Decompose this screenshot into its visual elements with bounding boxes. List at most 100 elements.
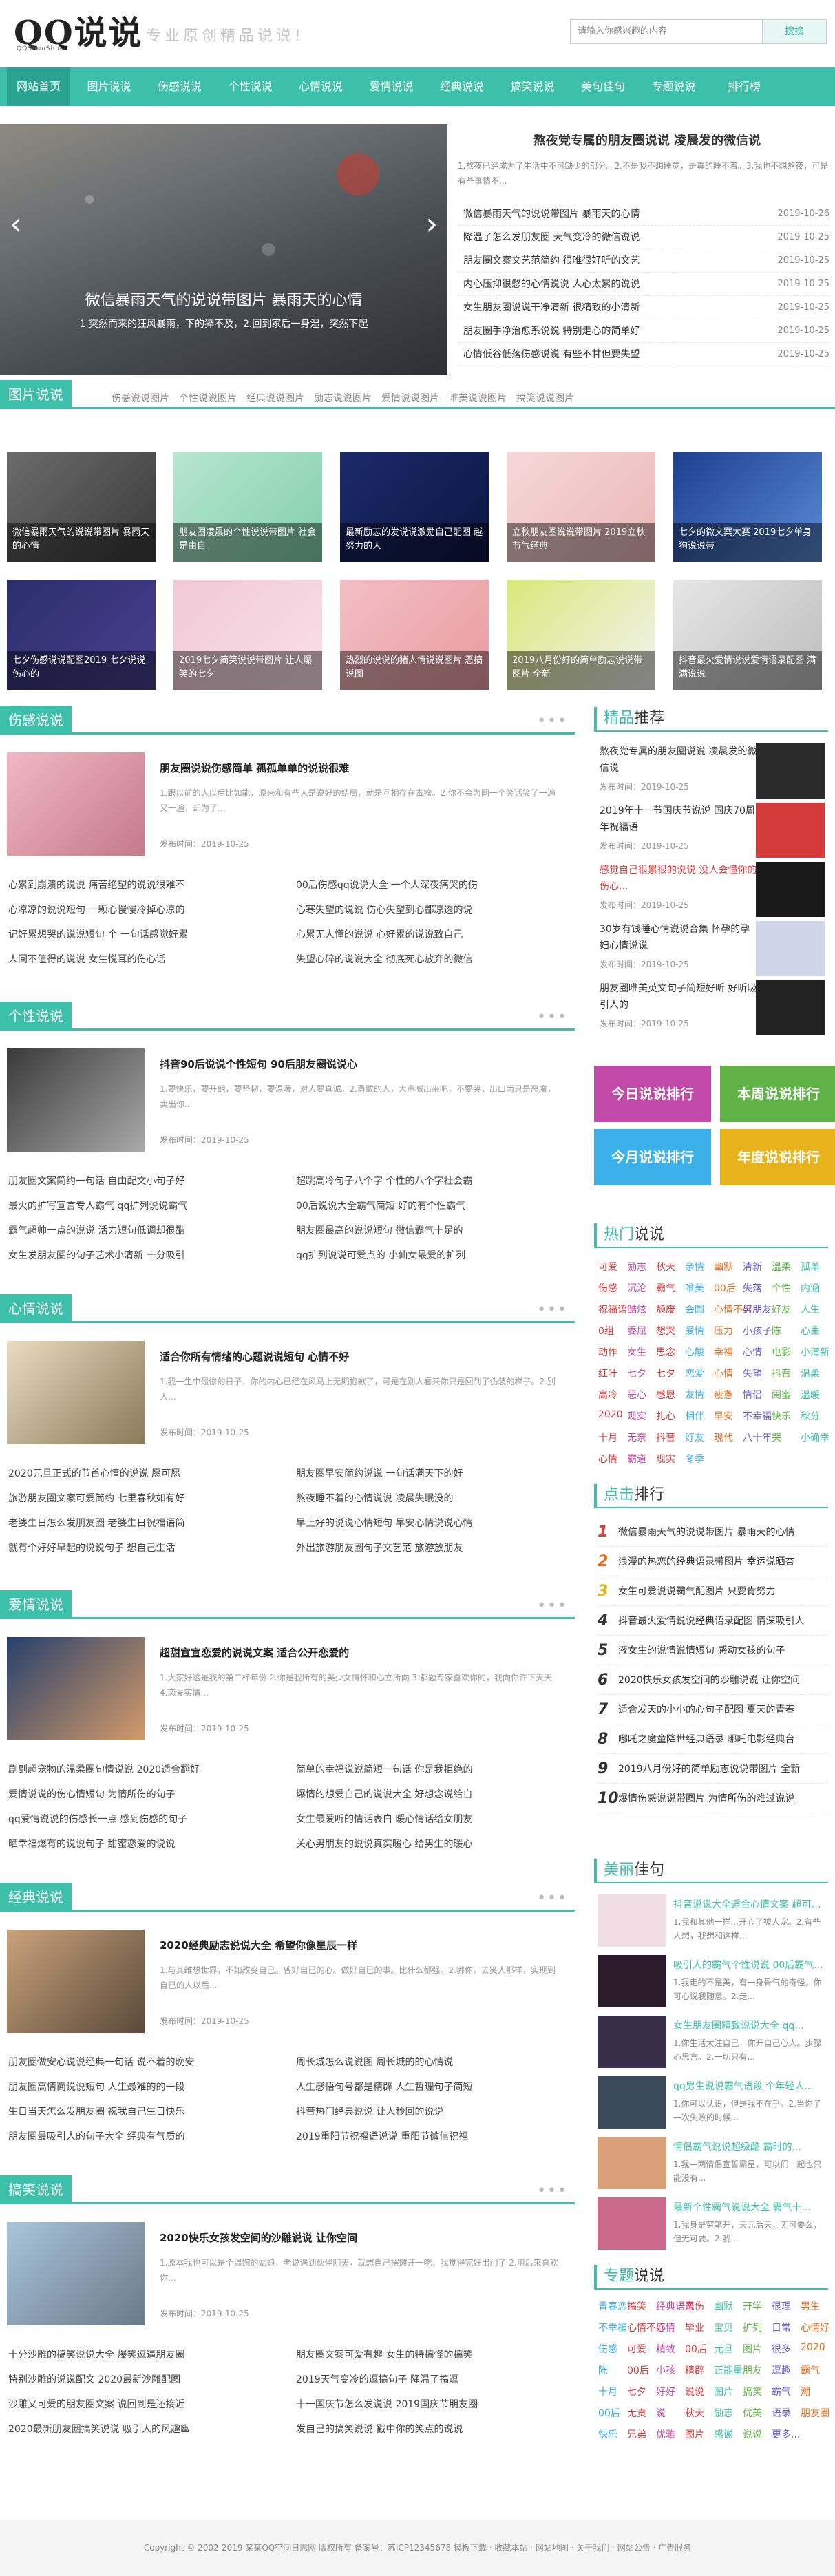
headline-row[interactable]: 心情低谷低落伤感说说 有些不甘但要失望 2019-10-25 [458, 343, 829, 366]
photo-card[interactable]: 七夕的微文案大赛 2019七夕单身狗说说带 [673, 452, 822, 562]
topic-tag[interactable]: 青春恋 [598, 2299, 627, 2313]
topic-tag[interactable]: 毕业 [685, 2321, 704, 2334]
click-rank-item[interactable]: 8 哪吒之魔童降世经典语录 哪吒电影经典台 [598, 1725, 828, 1754]
category-list-item[interactable]: 熬夜睡不着的心情说说 凌晨失眠没的 [296, 1488, 558, 1509]
topic-tag[interactable]: 搞笑 [627, 2299, 646, 2313]
hot-tag[interactable]: 霸道 [627, 1452, 646, 1466]
hot-tag[interactable]: 心情 [598, 1452, 617, 1466]
category-list-item[interactable]: qq爱情说说的伤感长一点 感到伤感的句子 [8, 1809, 270, 1830]
topic-tag[interactable]: 秋天 [685, 2406, 704, 2420]
photo-card[interactable]: 抖音最火爱情说说爱情语录配图 满满说说 [673, 580, 822, 690]
category-list-item[interactable]: 朋友圈高情商说说短句 人生最难的的一段 [8, 2077, 270, 2098]
hot-tag[interactable]: 友情 [685, 1388, 704, 1402]
category-list-item[interactable]: 十一国庆节怎么发说说 2019国庆节朋友圈 [296, 2394, 558, 2415]
best-line-item[interactable]: qq男生说说霸气语段 个年轻人... 1.你可以认识，但是我不在乎。2.当你了一次… [598, 2076, 828, 2133]
click-rank-item[interactable]: 9 2019八月份好的简单励志说说带图片 全新 [598, 1755, 828, 1784]
category-list-item[interactable]: 朋友圈最吸引人的句子大全 经典有气质的 [8, 2126, 270, 2147]
topic-tag[interactable]: 陈 [598, 2363, 608, 2377]
hot-tag[interactable]: 祝福语 [598, 1302, 627, 1316]
topic-tag[interactable]: 七夕 [627, 2385, 646, 2398]
hot-tag[interactable]: 恋爱 [685, 1366, 704, 1380]
category-list-item[interactable]: 朋友圈早安简约说说 一句话满天下的好 [296, 1464, 558, 1484]
headline-row-title[interactable]: 降温了怎么发朋友圈 天气变冷的微信说说 [463, 226, 752, 249]
topic-tag[interactable]: 心情 [656, 2321, 675, 2334]
hot-tag[interactable]: 男朋友 [743, 1302, 772, 1316]
category-list-item[interactable]: 特别沙雕的说说配文 2020最新沙雕配图 [8, 2369, 270, 2390]
topic-tag[interactable]: 搞笑 [743, 2385, 762, 2398]
hot-tag[interactable]: 八十年 [743, 1430, 772, 1444]
hot-tag[interactable]: 温柔 [772, 1260, 791, 1274]
recommend-item-title[interactable]: 朋友圈唯美英文句子简短好听 好听吸引人的 [600, 980, 758, 1013]
hot-tag[interactable]: 00后 [714, 1281, 736, 1295]
hot-tag[interactable]: 会圆 [685, 1302, 704, 1316]
search-input[interactable]: 请输入你感兴趣的内容 [570, 19, 763, 44]
topic-tag[interactable]: 精致 [656, 2342, 675, 2356]
topic-tag[interactable]: 说 [656, 2406, 666, 2420]
category-list-item[interactable]: 外出旅游朋友圈句子文艺范 旅游放朋友 [296, 1538, 558, 1559]
topic-tag[interactable]: 正能量 [714, 2363, 743, 2377]
hot-tag[interactable]: 快乐 [772, 1409, 791, 1423]
category-list-item[interactable]: 00后说说大全霸气简短 好的有个性霸气 [296, 1196, 558, 1216]
category-list-item[interactable]: 十分沙雕的搞笑说说大全 爆笑逗逼朋友圈 [8, 2345, 270, 2365]
hot-tag[interactable]: 高冷 [598, 1388, 617, 1402]
category-list-item[interactable]: 女生发朋友圈的句子艺术小清新 十分吸引 [8, 1245, 270, 1266]
topic-tag[interactable]: 图片 [685, 2427, 704, 2441]
hot-tag[interactable]: 感恩 [656, 1388, 675, 1402]
category-feature-title[interactable]: 抖音90后说说个性短句 90后朋友圈说说心 [160, 1057, 559, 1071]
category-title[interactable]: 伤感说说 [0, 706, 72, 735]
hot-tag[interactable]: 思念 [656, 1345, 675, 1359]
topic-tag[interactable]: 宝贝 [714, 2321, 733, 2334]
hot-tag[interactable]: 心情 [714, 1366, 733, 1380]
hot-tag[interactable]: 好友 [685, 1430, 704, 1444]
nav-item-9[interactable]: 专题说说 [642, 67, 706, 106]
hot-tag[interactable]: 现实 [627, 1409, 646, 1423]
category-list-item[interactable]: 周长城怎么说说图 周长城的的心情说 [296, 2052, 558, 2073]
topic-tag[interactable]: 快乐 [598, 2427, 617, 2441]
headline-row[interactable]: 降温了怎么发朋友圈 天气变冷的微信说说 2019-10-25 [458, 226, 829, 249]
photo-caption[interactable]: 2019七夕简笑说说带图片 让人爆笑的七夕 [173, 651, 322, 690]
topic-tag[interactable]: 伤感 [598, 2342, 617, 2356]
topic-tag[interactable]: 霸气 [801, 2363, 820, 2377]
more-icon[interactable]: ••• [537, 2182, 568, 2199]
hot-tag[interactable]: 失望 [743, 1366, 762, 1380]
category-list-item[interactable]: 超跳高冷句子八个字 个性的八个字社会霸 [296, 1171, 558, 1192]
hot-tag[interactable]: 励志 [627, 1260, 646, 1274]
category-list-item[interactable]: 心累无人懂的说说 心好累的说说致自己 [296, 925, 558, 945]
hot-tag[interactable]: 亲情 [685, 1260, 704, 1274]
image-tab[interactable]: 励志说说图片 [314, 391, 372, 405]
hot-tag[interactable]: 唯美 [685, 1281, 704, 1295]
category-list-item[interactable]: 心凉凉的说说短句 一颗心慢慢冷掉心凉的 [8, 900, 270, 920]
best-line-title[interactable]: 吸引人的霸气个性说说 00后霸气... [673, 1958, 828, 1972]
category-feature-image[interactable] [7, 752, 145, 856]
image-tab[interactable]: 个性说说图片 [179, 391, 237, 405]
hot-tag[interactable]: 相伴 [685, 1409, 704, 1423]
category-list-item[interactable]: 旅游朋友圈文案可爱简约 七里春秋如有好 [8, 1488, 270, 1509]
recommend-item-image[interactable] [756, 743, 825, 799]
topic-tag[interactable]: 很多 [772, 2342, 791, 2356]
recommend-item-image[interactable] [756, 803, 825, 858]
hot-tag[interactable]: 秋分 [801, 1409, 820, 1423]
hot-tag[interactable]: 七夕 [656, 1366, 675, 1380]
category-list-item[interactable]: 朋友圈文案可爱有趣 女生的特搞怪的搞笑 [296, 2345, 558, 2365]
click-rank-item[interactable]: 5 液女生的说情说情短句 感动女孩的句子 [598, 1636, 828, 1665]
topic-tag[interactable]: 恋伤 [685, 2299, 704, 2313]
headline-row[interactable]: 朋友圈文案文艺范简约 很唯很好听的文艺 2019-10-25 [458, 249, 829, 273]
nav-item-4[interactable]: 心情说说 [289, 67, 352, 106]
nav-item-2[interactable]: 伤感说说 [148, 67, 211, 106]
click-rank-title[interactable]: 适合发天的小小的心句子配图 夏天的青春 [618, 1696, 825, 1724]
hot-tag[interactable]: 霸气 [656, 1281, 675, 1295]
best-line-image[interactable] [598, 2137, 666, 2189]
photo-caption[interactable]: 七夕伤感说说配图2019 七夕说说伤心的 [7, 651, 156, 690]
photo-caption[interactable]: 2019八月份好的简单励志说说带图片 全新 [507, 651, 655, 690]
topic-tag[interactable]: 图片 [743, 2342, 762, 2356]
photo-card[interactable]: 2019八月份好的简单励志说说带图片 全新 [507, 580, 655, 690]
category-list-item[interactable]: 爆情的想爱自己的说说大全 好想念说给自 [296, 1784, 558, 1805]
category-list-item[interactable]: 人生感悟句号都是精辟 人生哲理句子简短 [296, 2077, 558, 2098]
hot-tag[interactable]: 酷炫 [627, 1302, 646, 1316]
photo-card[interactable]: 2019七夕简笑说说带图片 让人爆笑的七夕 [173, 580, 322, 690]
hot-tag[interactable]: 人生 [801, 1302, 820, 1316]
slider-prev-icon[interactable]: ‹ [10, 207, 22, 242]
slider-next-icon[interactable]: › [425, 207, 438, 242]
topic-tag[interactable]: 霸气 [772, 2385, 791, 2398]
more-icon[interactable]: ••• [537, 1890, 568, 1907]
